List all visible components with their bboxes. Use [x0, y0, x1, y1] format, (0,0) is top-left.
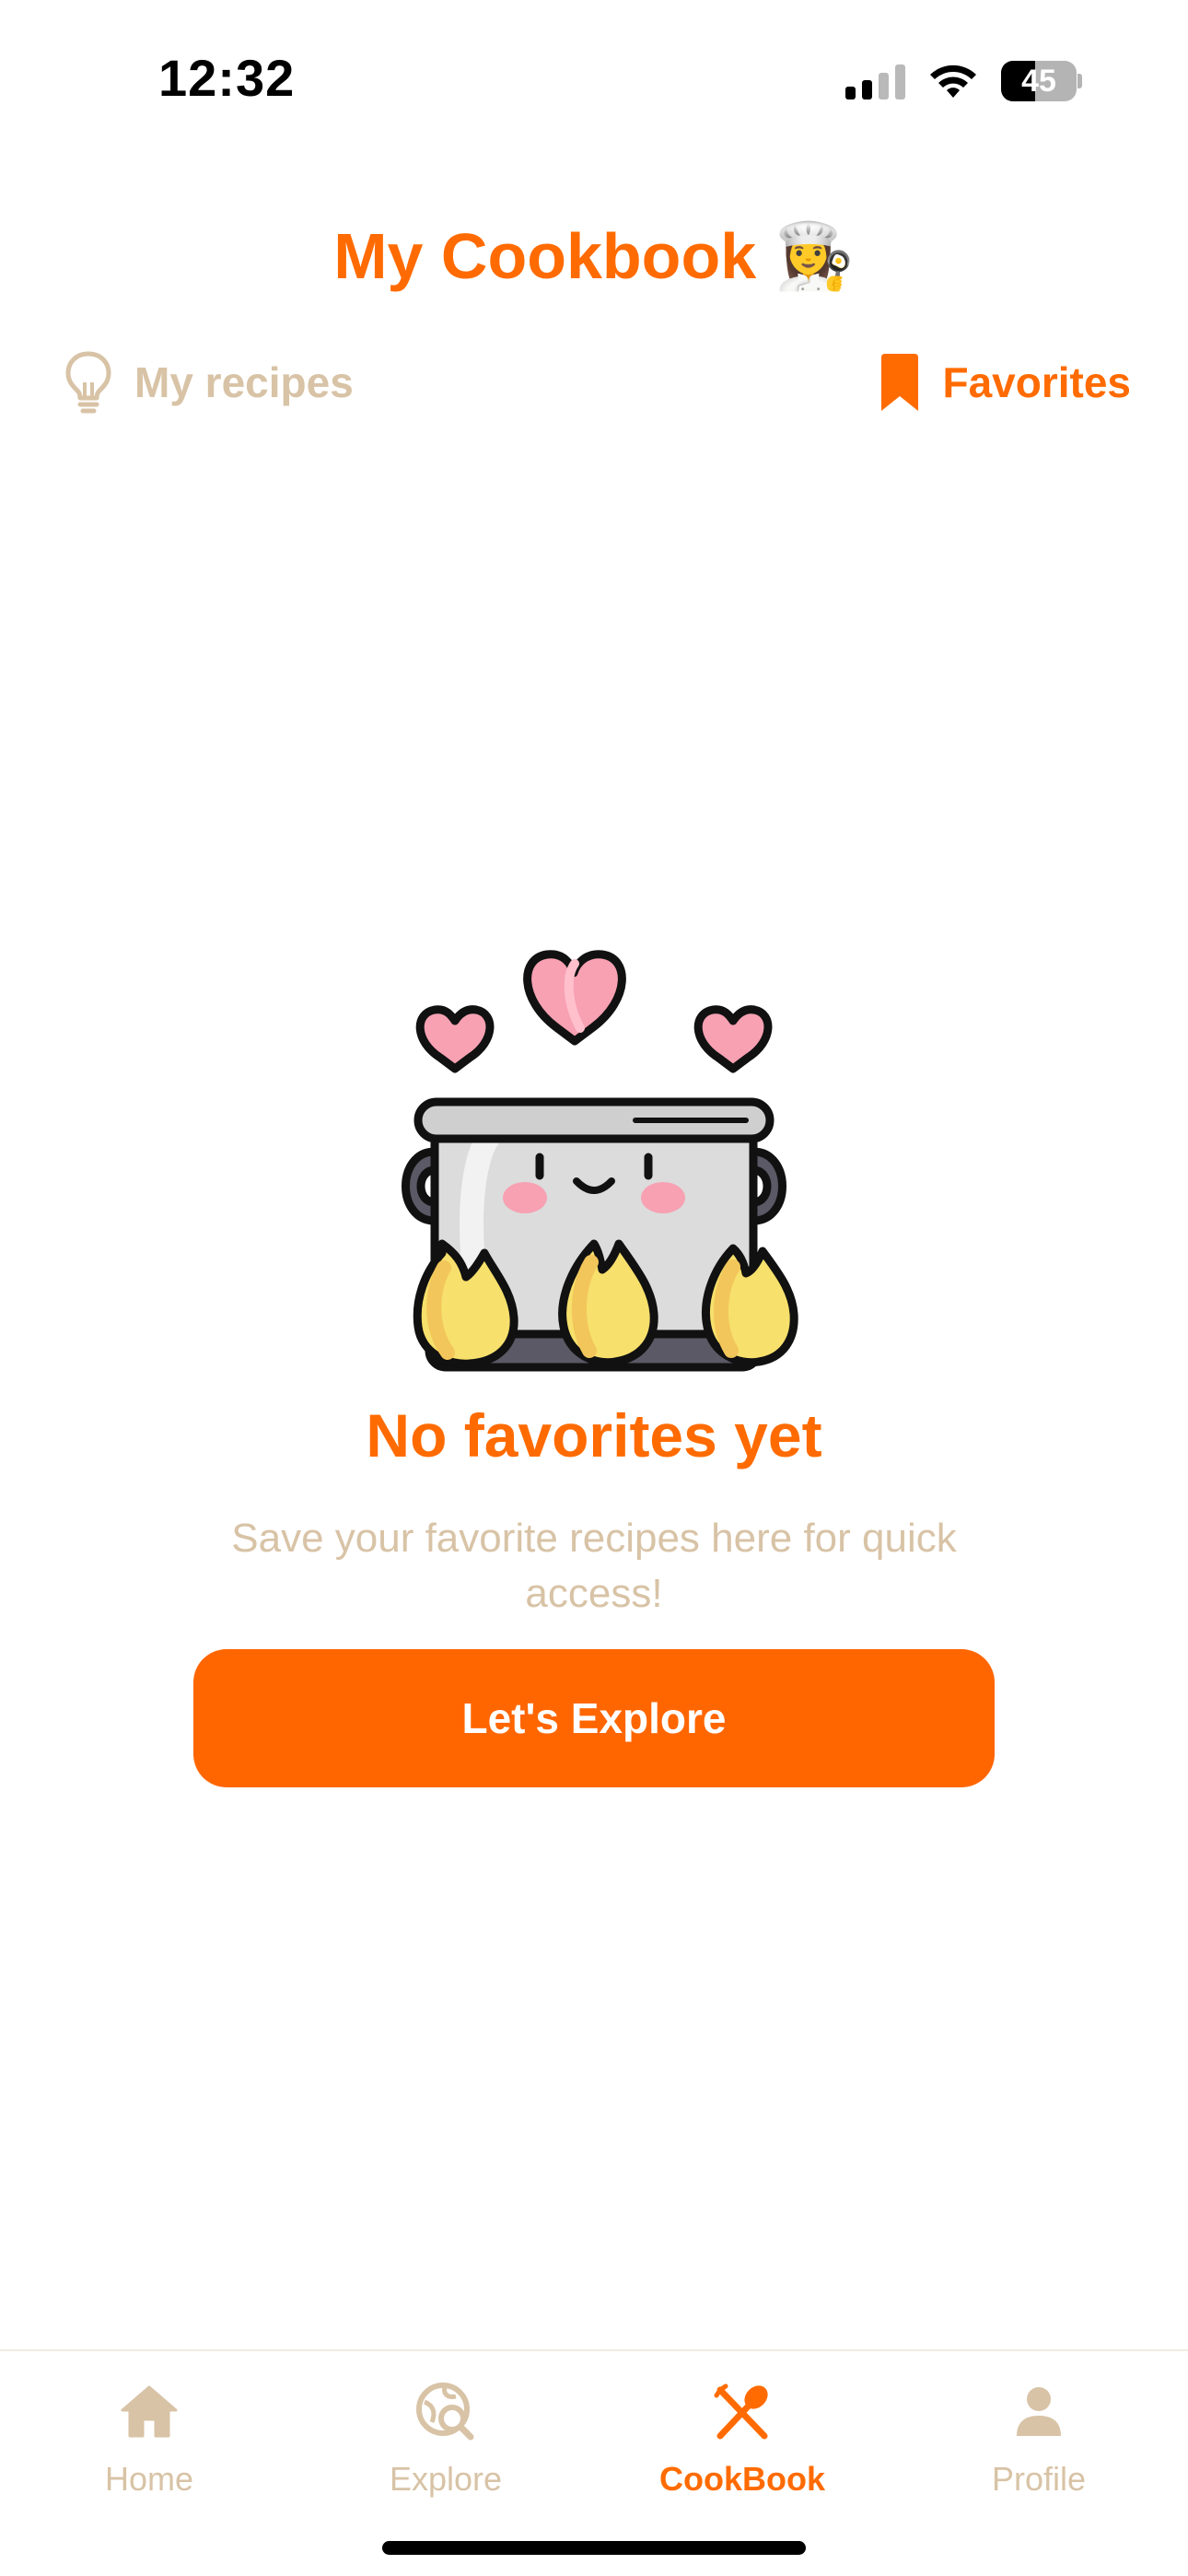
tab-my-recipes-label: My recipes	[134, 358, 354, 406]
explore-icon	[416, 2383, 474, 2441]
empty-state-subtitle: Save your favorite recipes here for quic…	[231, 1516, 957, 1616]
status-icons: 45	[845, 59, 1082, 103]
nav-item-profile[interactable]: Profile	[928, 2379, 1149, 2499]
happy-cooking-pot-illustration	[402, 950, 798, 1372]
bookmark-icon	[881, 354, 919, 411]
chef-emoji: 👩‍🍳	[774, 220, 855, 292]
cellular-signal-icon	[845, 63, 905, 100]
tab-my-recipes[interactable]: My recipes	[63, 345, 354, 419]
app-screen: 12:32 45 My Cookbook 👩‍🍳	[0, 0, 1188, 2576]
page-title-text: My Cookbook	[333, 220, 757, 292]
page-title: My Cookbook 👩‍🍳	[0, 219, 1188, 295]
nav-cookbook-label: CookBook	[659, 2460, 825, 2498]
nav-home-label: Home	[104, 2460, 194, 2498]
tab-favorites[interactable]: Favorites	[878, 345, 1131, 419]
nav-item-home[interactable]: Home	[39, 2379, 260, 2499]
empty-state-title: No favorites yet	[366, 1401, 822, 1469]
tab-favorites-label: Favorites	[942, 358, 1131, 406]
home-indicator	[382, 2541, 806, 2555]
lets-explore-button[interactable]: Let's Explore	[193, 1649, 995, 1787]
wifi-icon	[930, 64, 976, 98]
profile-icon	[1017, 2387, 1061, 2436]
battery-icon: 45	[1001, 61, 1082, 101]
home-icon	[121, 2385, 178, 2438]
status-time: 12:32	[158, 49, 296, 107]
cookbook-icon	[714, 2383, 768, 2440]
nav-explore-label: Explore	[389, 2460, 503, 2498]
nav-profile-label: Profile	[991, 2460, 1087, 2498]
battery-level-label: 45	[1021, 63, 1056, 99]
nav-item-cookbook[interactable]: CookBook	[632, 2379, 853, 2499]
nav-item-explore[interactable]: Explore	[335, 2379, 556, 2499]
lightbulb-icon	[65, 351, 111, 414]
